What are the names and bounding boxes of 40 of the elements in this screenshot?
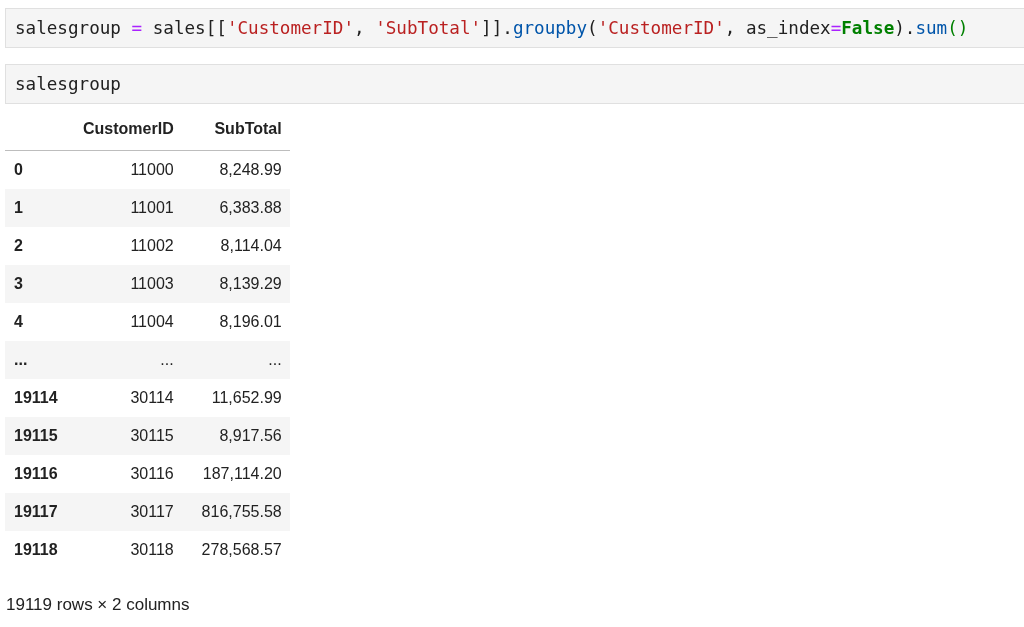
table-cell: 816,755.58 — [181, 493, 290, 531]
table-cell: 30118 — [75, 531, 182, 569]
table-cell: 8,139.29 — [181, 265, 290, 303]
table-cell: 8,248.99 — [181, 150, 290, 189]
table-cell: ... — [181, 341, 290, 379]
table-cell: 11000 — [75, 150, 182, 189]
table-cell: ... — [75, 341, 182, 379]
code-line: salesgroup — [15, 74, 121, 94]
table-cell: 11,652.99 — [181, 379, 290, 417]
index-cell: 19115 — [5, 417, 75, 455]
table-cell: 11003 — [75, 265, 182, 303]
table-footer: 19119 rows × 2 columns — [5, 595, 1024, 615]
index-cell: 19114 — [5, 379, 75, 417]
index-cell: 0 — [5, 150, 75, 189]
table-cell: 8,114.04 — [181, 227, 290, 265]
table-cell: 30116 — [75, 455, 182, 493]
index-cell: 1 — [5, 189, 75, 227]
table-cell: 8,917.56 — [181, 417, 290, 455]
table-cell: 6,383.88 — [181, 189, 290, 227]
table-cell: 30115 — [75, 417, 182, 455]
table-cell: 30114 — [75, 379, 182, 417]
table-cell: 278,568.57 — [181, 531, 290, 569]
table-cell: 187,114.20 — [181, 455, 290, 493]
index-cell: ... — [5, 341, 75, 379]
index-cell: 19116 — [5, 455, 75, 493]
index-cell: 19118 — [5, 531, 75, 569]
table-cell: 11002 — [75, 227, 182, 265]
code-cell[interactable]: salesgroup — [5, 64, 1024, 104]
column-header: CustomerID — [75, 108, 182, 151]
code-line: salesgroup = sales[['CustomerID', 'SubTotal']].groupby('CustomerID', as_index=False).sum() — [15, 18, 969, 38]
table-cell: 11004 — [75, 303, 182, 341]
table-cell: 11001 — [75, 189, 182, 227]
table-cell: 8,196.01 — [181, 303, 290, 341]
column-header: SubTotal — [181, 108, 290, 151]
table-cell: 30117 — [75, 493, 182, 531]
index-cell: 3 — [5, 265, 75, 303]
code-cell[interactable]: salesgroup = sales[['CustomerID', 'SubTotal']].groupby('CustomerID', as_index=False).sum() — [5, 8, 1024, 48]
index-cell: 4 — [5, 303, 75, 341]
index-cell: 19117 — [5, 493, 75, 531]
index-cell: 2 — [5, 227, 75, 265]
